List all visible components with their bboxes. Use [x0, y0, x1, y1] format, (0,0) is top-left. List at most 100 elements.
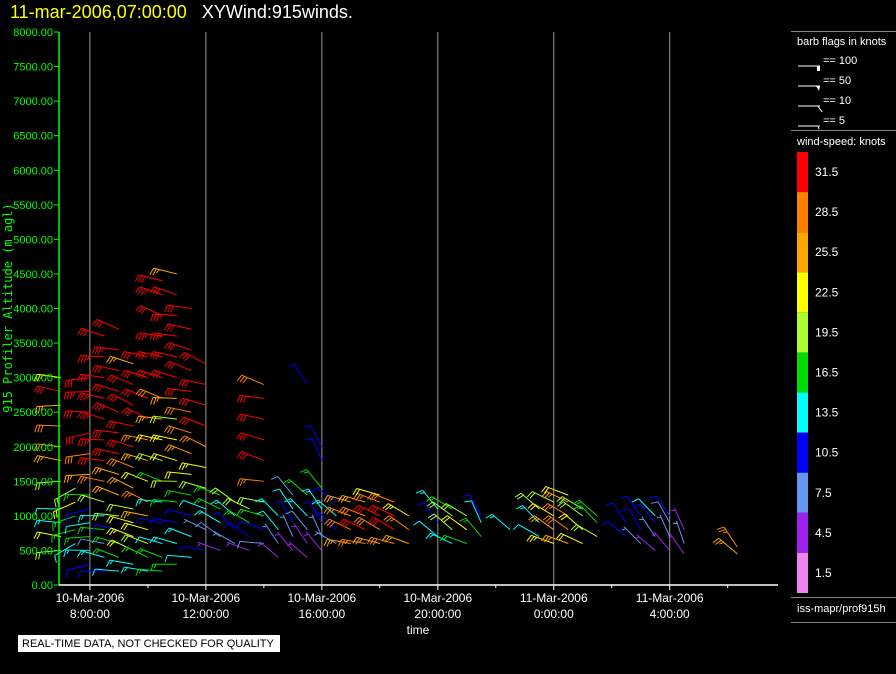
wind-barb: [77, 526, 105, 535]
barb-half: [429, 534, 434, 538]
axes: 10-Mar-2006 8:00:00 10-Mar-2006 12:00:00 10-…: [13, 27, 778, 621]
wind-barb: [91, 536, 120, 545]
barb-full: [80, 457, 85, 465]
barb-staff: [81, 327, 105, 337]
barb-half: [167, 490, 172, 495]
barb-staff: [217, 512, 236, 531]
barb-full: [184, 380, 189, 388]
barb-full: [120, 434, 125, 442]
barb-full: [193, 498, 200, 505]
barb-half: [112, 357, 117, 362]
wind-barb: [135, 471, 163, 482]
barb-half: [124, 567, 128, 572]
barb-full: [164, 490, 169, 498]
barb-half: [344, 496, 349, 501]
barb-half: [80, 551, 85, 556]
barb-staff: [95, 383, 120, 392]
barb-staff: [52, 515, 76, 525]
barb-full: [135, 517, 140, 525]
wind-barb-plot: 10-Mar-2006 8:00:00 10-Mar-2006 12:00:00 10-…: [1, 27, 857, 637]
barb-staff: [239, 394, 264, 399]
barb-full: [239, 395, 244, 403]
barb-full: [79, 412, 85, 419]
barb-staff: [65, 536, 90, 539]
barb-half: [139, 549, 144, 554]
colorbar-label: 13.5: [815, 406, 839, 420]
x-tick-label-date: 10-Mar-2006: [403, 591, 472, 605]
barb-full: [256, 510, 264, 515]
barb-full: [77, 438, 81, 447]
wind-barb: [178, 416, 207, 427]
quality-notice: REAL-TIME DATA, NOT CHECKED FOR QUALITY: [18, 635, 280, 652]
wind-barb: [135, 274, 163, 284]
barb-staff: [623, 526, 642, 544]
barb-full: [123, 511, 128, 519]
wind-barb: [338, 506, 366, 517]
wind-barb: [179, 435, 207, 448]
wind-barb: [33, 531, 62, 540]
wind-barb: [91, 364, 120, 374]
wind-barb: [236, 520, 265, 531]
wind-barb: [91, 319, 120, 330]
barb-full: [242, 415, 247, 423]
wind-barb: [236, 413, 264, 423]
wind-barb: [63, 549, 90, 558]
barb-staff: [628, 508, 642, 530]
wind-barb: [274, 531, 294, 551]
wind-barb: [236, 394, 264, 404]
wind-barb: [77, 327, 105, 337]
wind-barb: [223, 522, 250, 538]
wind-barb: [106, 420, 134, 429]
barb-full: [77, 457, 82, 465]
barb-full: [152, 333, 157, 341]
wind-barb: [440, 503, 468, 517]
wind-barb: [91, 402, 120, 413]
barb-half: [548, 506, 554, 510]
barb-full: [164, 388, 169, 396]
barb-full: [517, 494, 524, 500]
barb-full: [514, 492, 522, 498]
barb-full: [120, 369, 126, 377]
barb-full: [650, 501, 659, 504]
barb-staff: [65, 493, 90, 496]
barb-full: [153, 480, 157, 489]
barb-half: [240, 509, 245, 514]
barb-staff: [576, 524, 598, 538]
barb-staff: [183, 499, 207, 510]
barb-full: [80, 476, 85, 484]
barb-staff: [66, 522, 91, 528]
barb-full: [64, 526, 67, 534]
barb-full: [33, 531, 38, 539]
y-tick-label: 1500.00: [13, 476, 53, 488]
barb-full: [106, 439, 111, 447]
barb-staff: [293, 364, 308, 385]
barb-staff: [261, 498, 279, 517]
barb-half: [127, 493, 133, 497]
barb-full: [601, 520, 609, 526]
barb-staff: [471, 500, 482, 523]
barb-half: [577, 501, 582, 505]
barb-full: [94, 513, 99, 521]
barb-sample-label: == 50: [823, 75, 851, 87]
barb-full: [111, 422, 117, 429]
wind-barb: [303, 425, 323, 447]
barb-half: [291, 525, 296, 528]
barb-full: [108, 440, 114, 447]
wind-barb: [178, 545, 206, 554]
barb-full: [67, 456, 70, 464]
barb-full: [712, 538, 720, 543]
wind-barb: [77, 475, 105, 484]
barb-full: [77, 411, 83, 419]
barb-staff: [167, 554, 192, 558]
barb-half: [212, 532, 217, 536]
barb-half: [185, 438, 191, 442]
y-tick-label: 4500.00: [13, 269, 53, 281]
barb-half: [101, 405, 106, 410]
barb-half: [274, 533, 280, 536]
wind-barb: [106, 503, 134, 512]
barb-full: [178, 379, 183, 387]
barb-full: [66, 475, 70, 483]
wind-barb: [33, 385, 62, 395]
barb-full: [303, 425, 311, 428]
barb-full: [97, 385, 103, 393]
